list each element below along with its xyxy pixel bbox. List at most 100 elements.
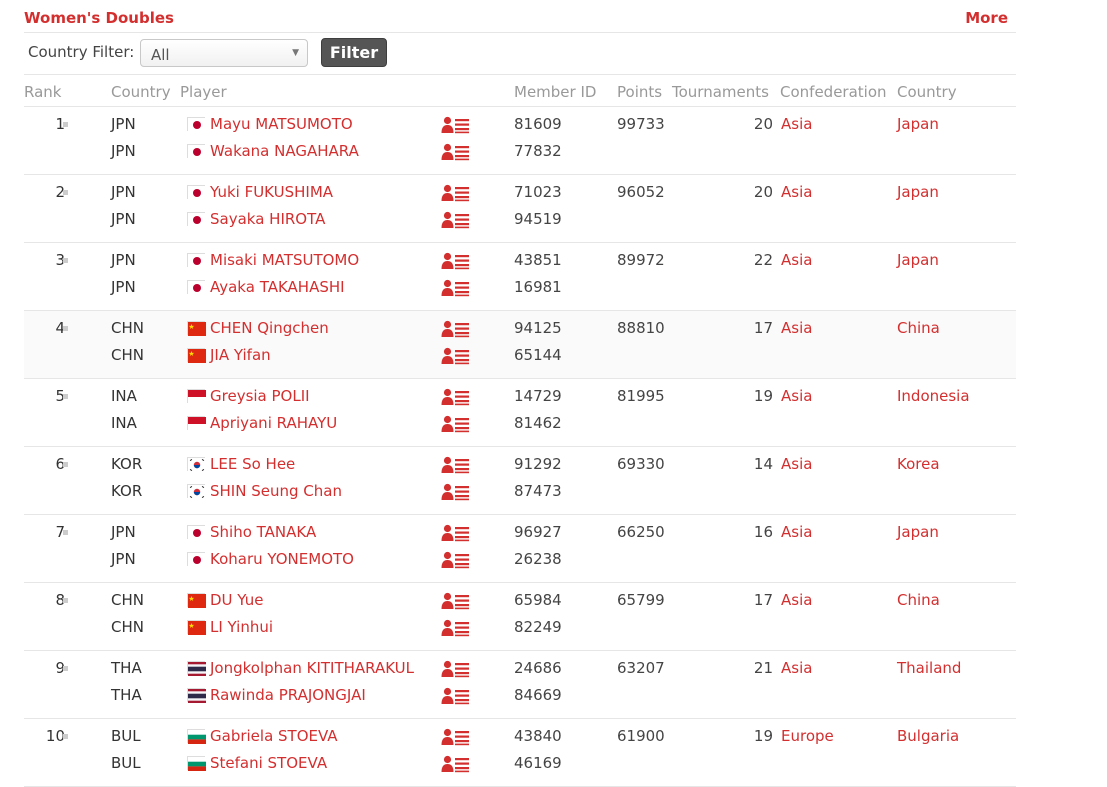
- points-value: 81995: [617, 387, 665, 405]
- player-name-link[interactable]: LI Yinhui: [210, 618, 273, 636]
- player-line: THA Jongkolphan KITITHARAKUL 24686 63207 21 A…: [24, 659, 1016, 686]
- player-profile-icon[interactable]: [441, 388, 470, 406]
- player-name-link[interactable]: Mayu MATSUMOTO: [210, 115, 353, 133]
- player-country-code: CHN: [111, 319, 144, 337]
- tournaments-value: 17: [753, 591, 773, 609]
- country-name-link[interactable]: Japan: [897, 251, 939, 269]
- confederation-link[interactable]: Asia: [781, 319, 812, 337]
- country-filter-select[interactable]: All ▼: [140, 39, 308, 67]
- member-id: 96927: [514, 523, 562, 541]
- player-name-link[interactable]: Jongkolphan KITITHARAKUL: [210, 659, 414, 677]
- table-header: Rank Country Player Member ID Points Tou…: [24, 75, 1016, 107]
- player-name-link[interactable]: Misaki MATSUTOMO: [210, 251, 359, 269]
- country-flag-icon: [187, 348, 206, 363]
- points-value: 96052: [617, 183, 665, 201]
- player-country-code: BUL: [111, 754, 141, 772]
- confederation-link[interactable]: Asia: [781, 387, 812, 405]
- col-country-code: Country: [111, 83, 171, 101]
- player-line: JPN Misaki MATSUTOMO 43851 89972 22 Asia Japan: [24, 251, 1016, 278]
- confederation-link[interactable]: Asia: [781, 183, 812, 201]
- player-name-link[interactable]: Greysia POLII: [210, 387, 310, 405]
- player-name-link[interactable]: SHIN Seung Chan: [210, 482, 342, 500]
- confederation-link[interactable]: Asia: [781, 591, 812, 609]
- member-id: 71023: [514, 183, 562, 201]
- member-id: 43851: [514, 251, 562, 269]
- country-name-link[interactable]: China: [897, 591, 940, 609]
- confederation-link[interactable]: Europe: [781, 727, 834, 745]
- country-name-link[interactable]: Indonesia: [897, 387, 970, 405]
- player-name-link[interactable]: Stefani STOEVA: [210, 754, 327, 772]
- player-profile-icon[interactable]: [441, 184, 470, 202]
- player-name-link[interactable]: JIA Yifan: [210, 346, 271, 364]
- confederation-link[interactable]: Asia: [781, 659, 812, 677]
- player-name-link[interactable]: CHEN Qingchen: [210, 319, 329, 337]
- player-profile-icon[interactable]: [441, 211, 470, 229]
- country-flag-icon: [187, 212, 206, 227]
- more-link[interactable]: More: [965, 9, 1008, 27]
- player-name-link[interactable]: DU Yue: [210, 591, 263, 609]
- member-id: 81609: [514, 115, 562, 133]
- player-country-code: THA: [111, 686, 142, 704]
- country-name-link[interactable]: China: [897, 319, 940, 337]
- country-name-link[interactable]: Bulgaria: [897, 727, 959, 745]
- player-profile-icon[interactable]: [441, 551, 470, 569]
- player-profile-icon[interactable]: [441, 483, 470, 501]
- player-profile-icon[interactable]: [441, 524, 470, 542]
- player-profile-icon[interactable]: [441, 728, 470, 746]
- player-profile-icon[interactable]: [441, 320, 470, 338]
- player-line: BUL Gabriela STOEVA 43840 61900 19 Europe Bulg…: [24, 727, 1016, 754]
- tournaments-value: 20: [753, 115, 773, 133]
- player-profile-icon[interactable]: [441, 116, 470, 134]
- player-country-code: KOR: [111, 455, 143, 473]
- country-flag-icon: [187, 416, 206, 431]
- country-filter-label: Country Filter:: [28, 43, 135, 61]
- player-profile-icon[interactable]: [441, 347, 470, 365]
- player-line: JPN Ayaka TAKAHASHI 16981: [24, 278, 1016, 305]
- confederation-link[interactable]: Asia: [781, 115, 812, 133]
- player-profile-icon[interactable]: [441, 252, 470, 270]
- country-name-link[interactable]: Japan: [897, 183, 939, 201]
- player-profile-icon[interactable]: [441, 660, 470, 678]
- country-name-link[interactable]: Korea: [897, 455, 940, 473]
- player-profile-icon[interactable]: [441, 279, 470, 297]
- player-name-link[interactable]: LEE So Hee: [210, 455, 295, 473]
- player-name-link[interactable]: Wakana NAGAHARA: [210, 142, 359, 160]
- player-country-code: JPN: [111, 278, 136, 296]
- country-name-link[interactable]: Japan: [897, 523, 939, 541]
- player-profile-icon[interactable]: [441, 592, 470, 610]
- player-name-link[interactable]: Gabriela STOEVA: [210, 727, 338, 745]
- confederation-link[interactable]: Asia: [781, 455, 812, 473]
- player-profile-icon[interactable]: [441, 415, 470, 433]
- member-id: 43840: [514, 727, 562, 745]
- rankings-widget: Women's Doubles More Country Filter: All…: [24, 0, 1016, 787]
- country-flag-icon: [187, 253, 206, 268]
- player-name-link[interactable]: Yuki FUKUSHIMA: [210, 183, 333, 201]
- country-name-link[interactable]: Japan: [897, 115, 939, 133]
- member-id: 46169: [514, 754, 562, 772]
- table-row: 6 KOR LEE So Hee 91292 69330 14 Asia Korea KOR SH…: [24, 447, 1016, 515]
- player-profile-icon[interactable]: [441, 755, 470, 773]
- player-profile-icon[interactable]: [441, 456, 470, 474]
- player-name-link[interactable]: Sayaka HIROTA: [210, 210, 325, 228]
- col-rank: Rank: [24, 83, 62, 101]
- player-profile-icon[interactable]: [441, 687, 470, 705]
- player-name-link[interactable]: Apriyani RAHAYU: [210, 414, 337, 432]
- player-country-code: KOR: [111, 482, 143, 500]
- player-line: KOR LEE So Hee 91292 69330 14 Asia Korea: [24, 455, 1016, 482]
- widget-header: Women's Doubles More: [24, 0, 1016, 33]
- tournaments-value: 19: [753, 387, 773, 405]
- player-profile-icon[interactable]: [441, 143, 470, 161]
- player-name-link[interactable]: Ayaka TAKAHASHI: [210, 278, 345, 296]
- player-name-link[interactable]: Shiho TANAKA: [210, 523, 316, 541]
- country-name-link[interactable]: Thailand: [897, 659, 961, 677]
- table-row: 5 INA Greysia POLII 14729 81995 19 Asia Indones…: [24, 379, 1016, 447]
- points-value: 63207: [617, 659, 665, 677]
- confederation-link[interactable]: Asia: [781, 523, 812, 541]
- player-profile-icon[interactable]: [441, 619, 470, 637]
- country-flag-icon: [187, 620, 206, 635]
- filter-button[interactable]: Filter: [321, 38, 387, 67]
- player-country-code: CHN: [111, 591, 144, 609]
- confederation-link[interactable]: Asia: [781, 251, 812, 269]
- player-name-link[interactable]: Koharu YONEMOTO: [210, 550, 354, 568]
- player-name-link[interactable]: Rawinda PRAJONGJAI: [210, 686, 366, 704]
